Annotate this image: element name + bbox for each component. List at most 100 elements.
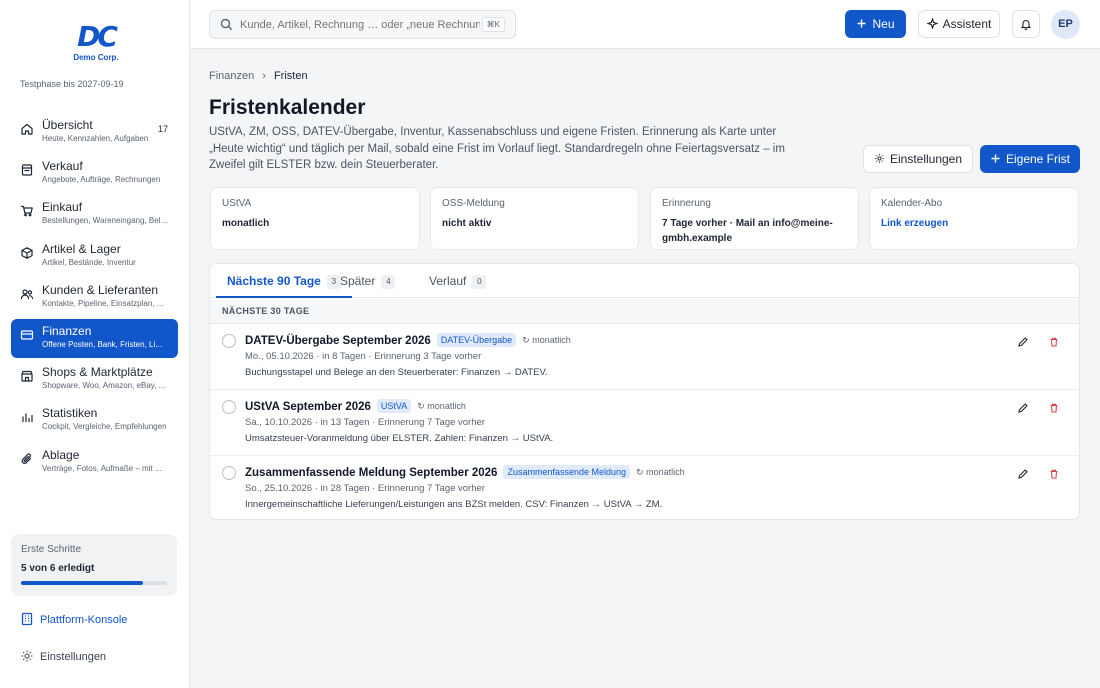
sidebar-item-kunden-lieferanten[interactable]: Kunden & Lieferanten Kontakte, Pipeline, … [11, 278, 178, 317]
company-logo[interactable]: DC Demo Corp. [70, 22, 122, 66]
sidebar-item-subtitle: Offene Posten, Bank, Fristen, Li... [42, 339, 162, 349]
plus-icon [991, 154, 1000, 163]
tab-später[interactable]: Später 4 [340, 264, 396, 298]
platform-console-label: Plattform-Konsole [40, 614, 128, 626]
sidebar-item-subtitle: Shopware, Woo, Amazon, eBay, ... [42, 381, 166, 391]
shop-icon [21, 371, 33, 382]
new-button-label: Neu [872, 17, 895, 31]
deadline-note: Umsatzsteuer-Voranmeldung über ELSTER. Z… [245, 433, 554, 444]
search-input[interactable] [240, 17, 480, 33]
pencil-icon[interactable] [1017, 336, 1029, 348]
sidebar-item-finanzen[interactable]: Finanzen Offene Posten, Bank, Fristen, Li… [11, 318, 178, 358]
tab-verlauf[interactable]: Verlauf 0 [429, 264, 487, 298]
deadline-type-tag: UStVA [376, 399, 412, 413]
breadcrumb-current: Fristen [273, 70, 308, 82]
search-shortcut-badge: ⌘K [481, 17, 505, 32]
deadline-row: DATEV-Übergabe September 2026 DATEV-Überg… [210, 324, 1079, 390]
onboarding-steps[interactable]: Erste Schritte 5 von 6 erledigt [11, 534, 177, 596]
platform-console-link[interactable]: Plattform-Konsole [20, 612, 127, 626]
breadcrumb-parent[interactable]: Finanzen [209, 70, 254, 82]
sidebar-item-shops-marktplätze[interactable]: Shops & Marktplätze Shopware, Woo, Amazon… [11, 360, 178, 399]
settings-button-label: Einstellungen [889, 152, 963, 166]
sidebar-item-title: Artikel & Lager [42, 241, 121, 256]
logo-mark: DC [77, 20, 118, 53]
deadline-row: Zusammenfassende Meldung September 2026 Z… [210, 456, 1079, 519]
deadline-meta: Mo., 05.10.2026 · in 8 Tagen · Erinnerun… [245, 351, 482, 362]
receipt-icon [21, 164, 33, 176]
sidebar-item-verkauf[interactable]: Verkauf Angebote, Aufträge, Rechnungen [11, 154, 178, 193]
sidebar-settings-link[interactable]: Einstellungen [20, 649, 106, 663]
pencil-icon[interactable] [1017, 402, 1029, 414]
info-card-label: OSS-Meldung [442, 198, 505, 209]
global-search[interactable]: ⌘K [209, 10, 516, 39]
trash-icon[interactable] [1048, 468, 1060, 480]
box-icon [21, 246, 33, 259]
recurrence-label: ↻ monatlich [522, 335, 571, 345]
complete-checkbox[interactable] [222, 466, 236, 480]
users-icon [20, 289, 34, 299]
sidebar-item-title: Ablage [42, 447, 80, 462]
tab-count-badge: 4 [381, 275, 396, 289]
info-card-value: monatlich [222, 218, 270, 229]
steps-progress-fill [21, 581, 143, 585]
deadline-meta: So., 25.10.2026 · in 28 Tagen · Erinneru… [245, 483, 485, 494]
chart-icon [22, 413, 33, 423]
new-button[interactable]: Neu [845, 10, 906, 38]
info-card-kalender-abo[interactable]: Kalender-Abo Link erzeugen [869, 187, 1079, 250]
company-name: Demo Corp. [73, 53, 119, 62]
sidebar-item-übersicht[interactable]: Übersicht Heute, Kennzahlen, Aufgaben 17 [11, 113, 178, 152]
sidebar-item-title: Einkauf [42, 200, 83, 215]
cart-icon [20, 206, 33, 217]
sidebar-item-subtitle: Artikel, Bestände, Inventur [42, 257, 136, 267]
sidebar-item-statistiken[interactable]: Statistiken Cockpit, Vergleiche, Empfehlu… [11, 401, 178, 440]
trial-notice: Testphase bis 2027-09-19 [20, 79, 124, 89]
recurrence-label: ↻ monatlich [417, 401, 466, 411]
page-title: Fristenkalender [209, 96, 366, 119]
tab-count-badge: 3 [326, 275, 341, 289]
deadline-meta: Sa., 10.10.2026 · in 13 Tagen · Erinneru… [245, 417, 485, 428]
trash-icon[interactable] [1048, 402, 1060, 414]
sparkle-icon [926, 18, 938, 29]
sidebar-item-ablage[interactable]: Ablage Verträge, Fotos, Aufmaße – mit ... [11, 443, 178, 482]
trash-icon[interactable] [1048, 336, 1060, 348]
sidebar-item-einkauf[interactable]: Einkauf Bestellungen, Wareneingang, Beleg… [11, 195, 178, 234]
gear-icon [875, 154, 884, 163]
deadline-tabs: Nächste 90 Tage 3 Später 4 Verlauf 0 [210, 264, 1079, 298]
user-avatar[interactable]: EP [1051, 10, 1080, 39]
paperclip-icon [21, 452, 32, 464]
breadcrumb: Finanzen › Fristen [209, 70, 308, 82]
sidebar-item-badge: 17 [157, 124, 168, 134]
complete-checkbox[interactable] [222, 334, 236, 348]
info-card-oss-meldung: OSS-Meldung nicht aktiv [430, 187, 639, 250]
search-icon [220, 18, 233, 31]
deadline-title: Zusammenfassende Meldung September 2026 [245, 467, 498, 479]
complete-checkbox[interactable] [222, 400, 236, 414]
section-header: NÄCHSTE 30 TAGE [210, 299, 1079, 324]
tab-nächste-90-tage[interactable]: Nächste 90 Tage 3 [216, 264, 352, 298]
info-card-label: UStVA [222, 198, 252, 209]
bell-icon [1020, 19, 1032, 30]
add-deadline-label: Eigene Frist [1005, 152, 1071, 166]
info-card-erinnerung: Erinnerung 7 Tage vorher · Mail an info@m… [650, 187, 859, 250]
add-deadline-button[interactable]: Eigene Frist [980, 145, 1080, 173]
assistant-button[interactable]: Assistent [918, 10, 1000, 38]
notifications-button[interactable] [1012, 10, 1040, 38]
sidebar-item-title: Übersicht [42, 118, 93, 132]
settings-button[interactable]: Einstellungen [863, 145, 973, 173]
calendar-link[interactable]: Link erzeugen [881, 216, 1067, 231]
tab-label: Später [340, 274, 376, 288]
deadline-title: DATEV-Übergabe September 2026 [245, 335, 431, 347]
assistant-button-label: Assistent [942, 17, 992, 31]
building-icon [21, 612, 33, 626]
home-icon [21, 123, 33, 135]
main-nav: Übersicht Heute, Kennzahlen, Aufgaben 17 Ve… [11, 113, 178, 484]
wallet-icon [20, 330, 34, 340]
sidebar-item-title: Shops & Marktplätze [42, 365, 153, 380]
sidebar-item-artikel-lager[interactable]: Artikel & Lager Artikel, Bestände, Invent… [11, 237, 178, 276]
sidebar: DC Demo Corp. Testphase bis 2027-09-19 Ü… [0, 0, 190, 688]
topbar: ⌘K Neu Assistent EP [190, 0, 1100, 49]
deadline-type-tag: DATEV-Übergabe [436, 333, 517, 347]
pencil-icon[interactable] [1017, 468, 1029, 480]
sidebar-item-title: Finanzen [42, 323, 92, 338]
tab-label: Nächste 90 Tage [227, 274, 321, 288]
